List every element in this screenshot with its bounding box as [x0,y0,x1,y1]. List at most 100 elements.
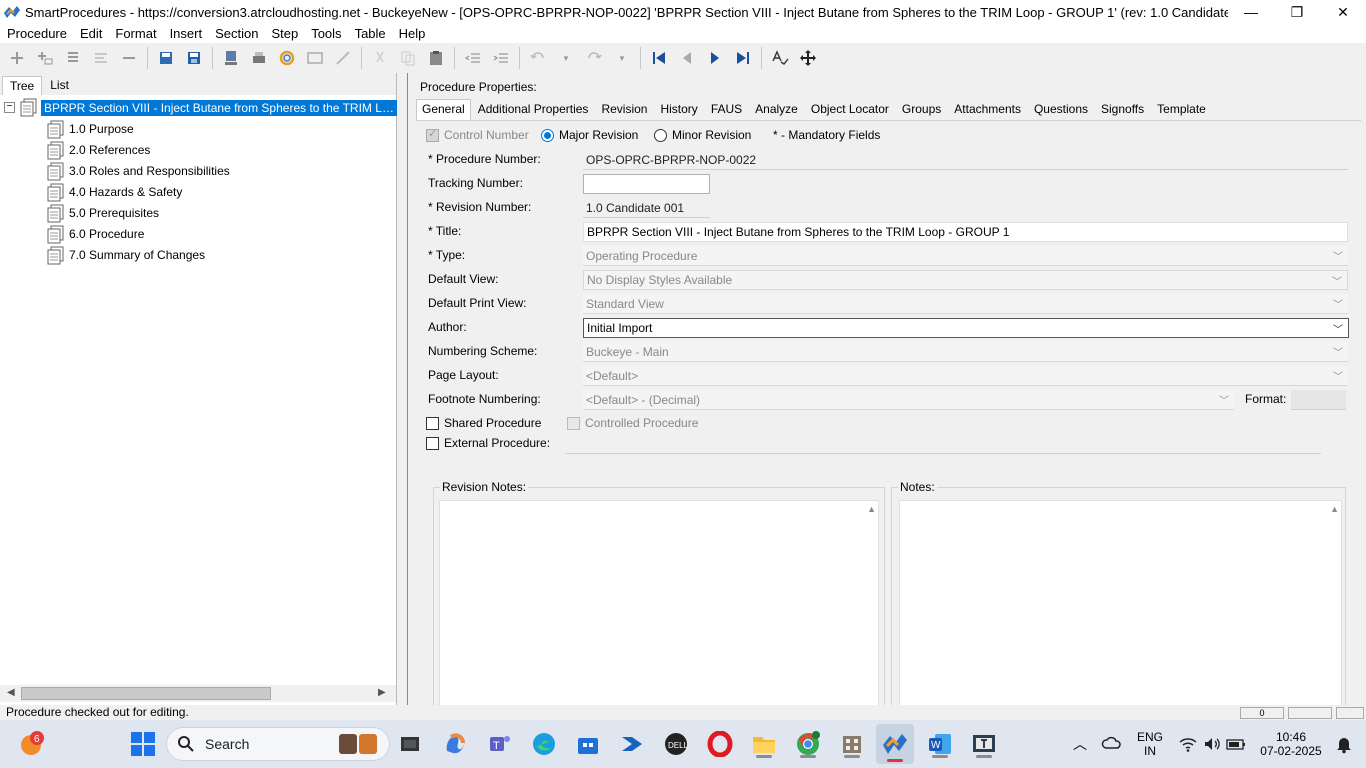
tab-object-locator[interactable]: Object Locator [805,99,895,120]
tab-analyze[interactable]: Analyze [749,99,804,120]
tree-node-references[interactable]: 2.0 References [46,140,150,160]
spellcheck-button[interactable] [766,45,794,71]
default-view-select[interactable]: No Display Styles Available ﹀ [583,270,1348,290]
store-button[interactable] [572,728,604,760]
smartprocedures-taskbar-button[interactable] [876,724,914,764]
tab-attachments[interactable]: Attachments [948,99,1027,120]
outdent-button[interactable] [459,45,487,71]
tree-node-purpose[interactable]: 1.0 Purpose [46,119,134,139]
cut-button[interactable] [366,45,394,71]
language-indicator[interactable]: ENG IN [1133,730,1167,758]
next-button[interactable] [701,45,729,71]
indent-button[interactable] [487,45,515,71]
refresh-button[interactable] [273,45,301,71]
controlled-procedure-checkbox[interactable]: Controlled Procedure [567,416,698,430]
widgets-button[interactable]: 6 [16,728,48,760]
restore-button[interactable]: ❐ [1274,0,1320,24]
list-button[interactable] [59,45,87,71]
redo-dropdown[interactable]: ▼ [608,45,636,71]
remote-app-button[interactable] [968,728,1000,760]
dell-button[interactable]: DELL [660,728,692,760]
tab-tree[interactable]: Tree [2,76,43,95]
notes-textarea[interactable]: ▲ [899,500,1342,710]
title-input[interactable]: BPRPR Section VIII - Inject Butane from … [583,222,1348,242]
tab-revision[interactable]: Revision [595,99,653,120]
save-all-button[interactable] [152,45,180,71]
type-select[interactable]: Operating Procedure ﹀ [583,246,1348,266]
clock[interactable]: 10:46 07-02-2025 [1256,730,1326,758]
close-button[interactable]: ✕ [1320,0,1366,24]
tree-node-prerequisites[interactable]: 5.0 Prerequisites [46,203,159,223]
chrome-button[interactable] [792,728,824,760]
menu-help[interactable]: Help [394,26,431,41]
tree-horizontal-scrollbar[interactable]: ◀ ▶ [0,685,396,702]
tree-node-hazards[interactable]: 4.0 Hazards & Safety [46,182,182,202]
tree-node-summary[interactable]: 7.0 Summary of Changes [46,245,205,265]
previous-button[interactable] [673,45,701,71]
copy-button[interactable] [394,45,422,71]
format-value[interactable] [1291,390,1346,410]
tab-groups[interactable]: Groups [896,99,947,120]
scroll-up-icon[interactable]: ▲ [867,504,876,514]
battery-button[interactable] [1220,728,1252,760]
tab-faus[interactable]: FAUS [705,99,748,120]
add-button[interactable] [3,45,31,71]
tree-node-roles[interactable]: 3.0 Roles and Responsibilities [46,161,230,181]
onedrive-button[interactable] [1096,728,1128,760]
task-view-button[interactable] [394,728,426,760]
move-button[interactable] [794,45,822,71]
word-button[interactable]: W [924,728,956,760]
tab-history[interactable]: History [654,99,703,120]
first-button[interactable] [645,45,673,71]
tree-root-node[interactable]: − BPRPR Section VIII - Inject Butane fro… [4,98,397,117]
paste-button[interactable] [422,45,450,71]
tool-button[interactable] [329,45,357,71]
window-button[interactable] [301,45,329,71]
tab-questions[interactable]: Questions [1028,99,1094,120]
menu-section[interactable]: Section [210,26,263,41]
checkin-button[interactable] [217,45,245,71]
control-number-checkbox[interactable]: Control Number [426,127,529,142]
redo-button[interactable] [580,45,608,71]
minimize-button[interactable]: — [1228,0,1274,24]
scrollbar-thumb[interactable] [21,687,271,700]
default-print-view-select[interactable]: Standard View ﹀ [583,294,1348,314]
copilot-button[interactable] [440,728,472,760]
edge-button[interactable] [528,728,560,760]
start-button[interactable] [127,728,159,760]
app-button[interactable] [836,728,868,760]
tab-list[interactable]: List [42,75,77,95]
opera-button[interactable] [704,728,736,760]
menu-procedure[interactable]: Procedure [2,26,72,41]
footnote-numbering-select[interactable]: <Default> - (Decimal) ﹀ [583,390,1234,410]
undo-dropdown[interactable]: ▼ [552,45,580,71]
outdent-list-button[interactable] [87,45,115,71]
tracking-number-input[interactable] [583,174,710,194]
last-button[interactable] [729,45,757,71]
power-automate-button[interactable] [616,728,648,760]
show-hidden-icons-button[interactable]: ︿ [1064,728,1096,760]
page-layout-select[interactable]: <Default> ﹀ [583,366,1348,386]
tab-general[interactable]: General [416,99,471,120]
tab-signoffs[interactable]: Signoffs [1095,99,1150,120]
minor-revision-radio[interactable]: Minor Revision [654,128,751,142]
taskbar-search[interactable]: Search [166,727,390,761]
scroll-left-icon[interactable]: ◀ [7,687,15,698]
add-substep-button[interactable] [31,45,59,71]
collapse-icon[interactable]: − [4,102,15,113]
numbering-scheme-select[interactable]: Buckeye - Main ﹀ [583,342,1348,362]
panel-splitter[interactable] [399,73,408,705]
external-procedure-checkbox[interactable]: External Procedure: [426,436,550,450]
major-revision-radio[interactable]: Major Revision [541,128,638,142]
menu-step[interactable]: Step [266,26,303,41]
remove-button[interactable] [115,45,143,71]
tree-node-procedure[interactable]: 6.0 Procedure [46,224,144,244]
shared-procedure-checkbox[interactable]: Shared Procedure [426,416,541,430]
menu-insert[interactable]: Insert [165,26,208,41]
save-button[interactable] [180,45,208,71]
menu-format[interactable]: Format [110,26,161,41]
notifications-button[interactable] [1328,728,1360,760]
menu-edit[interactable]: Edit [75,26,107,41]
tab-additional-properties[interactable]: Additional Properties [472,99,595,120]
undo-button[interactable] [524,45,552,71]
